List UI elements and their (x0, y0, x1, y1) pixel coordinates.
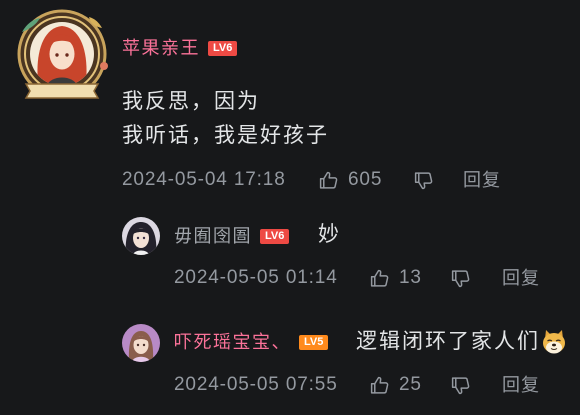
reply-timestamp: 2024-05-05 01:14 (174, 267, 338, 288)
like-count: 605 (348, 169, 383, 190)
dislike-button[interactable] (450, 266, 471, 290)
thumbs-down-icon (450, 268, 471, 289)
like-button[interactable]: 13 (369, 266, 422, 290)
level-badge: LV6 (208, 40, 238, 56)
comment-timestamp: 2024-05-04 17:18 (122, 169, 286, 190)
user-avatar[interactable] (122, 324, 160, 362)
doge-emoji-icon (540, 328, 568, 356)
level-badge: LV5 (299, 334, 329, 350)
avatar-image-icon (122, 324, 160, 362)
comment-header: 苹果亲王 LV6 (122, 37, 238, 59)
comment-text-line: 我反思，因为 (122, 90, 260, 113)
reply-button[interactable]: 回复 (463, 168, 501, 192)
comment-section: 苹果亲王 LV6 我反思，因为 我听话，我是好孩子 2024-05-04 17:… (0, 0, 580, 415)
avatar-image-icon (122, 217, 160, 255)
avatar-pendant-frame-icon (17, 9, 108, 99)
reply-header: 毋囿囹圄 LV6 (174, 225, 290, 247)
dislike-button[interactable] (450, 373, 471, 397)
thumbs-up-icon (318, 170, 339, 191)
reply-timestamp: 2024-05-05 07:55 (174, 374, 338, 395)
thumbs-up-icon (369, 268, 390, 289)
thumbs-down-icon (450, 375, 471, 396)
reply-button[interactable]: 回复 (502, 266, 540, 290)
thumbs-up-icon (369, 375, 390, 396)
like-count: 25 (399, 374, 422, 395)
reply-text: 妙 (318, 223, 341, 246)
reply-header: 吓死瑶宝宝、 LV5 (174, 331, 329, 353)
like-count: 13 (399, 267, 422, 288)
comment-text-line: 我听话，我是好孩子 (122, 124, 329, 147)
thumbs-down-icon (413, 170, 434, 191)
username[interactable]: 苹果亲王 (122, 37, 200, 59)
like-button[interactable]: 605 (318, 168, 382, 192)
username[interactable]: 吓死瑶宝宝、 (174, 331, 291, 353)
user-avatar[interactable] (122, 217, 160, 255)
user-avatar-with-pendant[interactable] (12, 6, 112, 106)
dislike-button[interactable] (413, 168, 434, 192)
level-badge: LV6 (260, 228, 290, 244)
reply-text: 逻辑闭环了家人们 (356, 330, 540, 353)
username[interactable]: 毋囿囹圄 (174, 225, 252, 247)
reply-button[interactable]: 回复 (502, 373, 540, 397)
reply-content: 逻辑闭环了家人们 (356, 327, 568, 357)
like-button[interactable]: 25 (369, 373, 422, 397)
